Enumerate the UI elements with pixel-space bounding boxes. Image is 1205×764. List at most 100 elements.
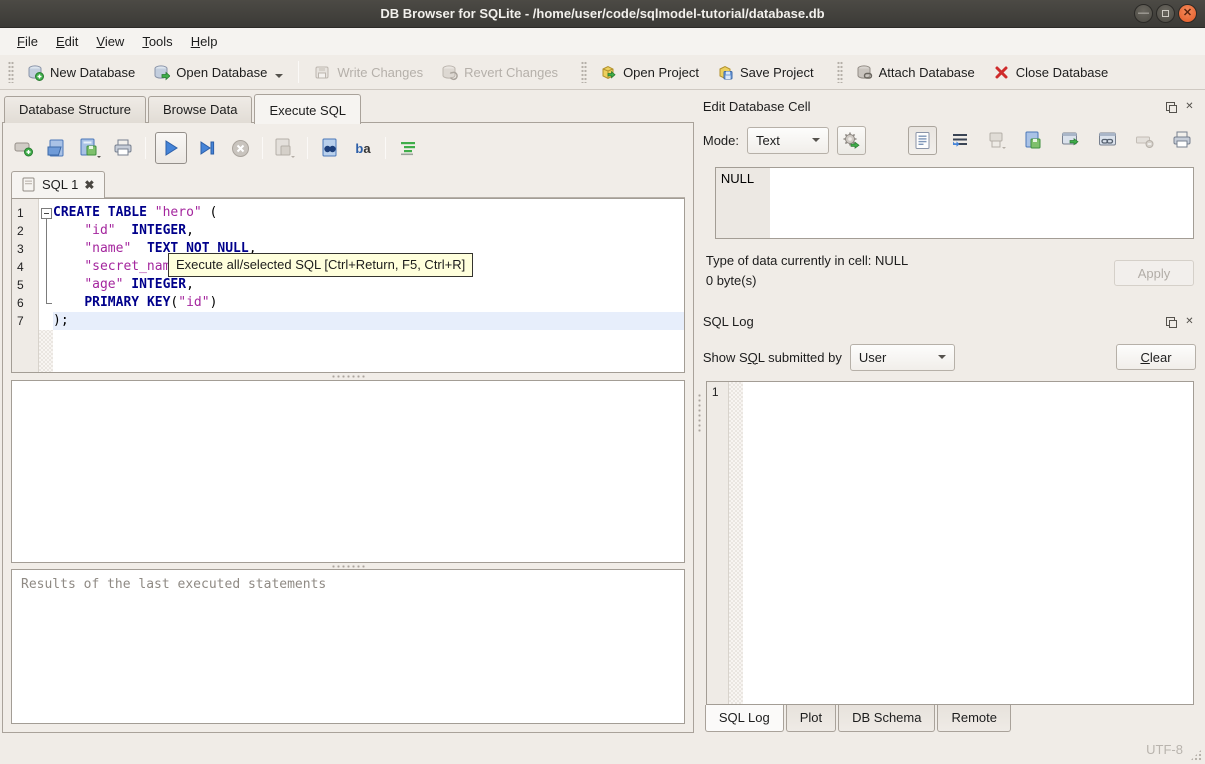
splitter-handle[interactable] — [11, 373, 685, 380]
maximize-icon — [1162, 10, 1169, 17]
open-in-external-button[interactable] — [1056, 126, 1085, 155]
line-number-gutter: 1234567 — [12, 199, 39, 372]
dock-close-button[interactable]: ✕ — [1183, 315, 1196, 328]
open-database-button[interactable]: Open Database — [144, 59, 292, 86]
open-database-label: Open Database — [176, 64, 268, 80]
link-icon — [1098, 132, 1116, 146]
log-line-number: 1 — [711, 385, 719, 399]
maximize-button[interactable] — [1156, 4, 1175, 23]
menu-tools[interactable]: Tools — [133, 30, 181, 53]
attach-database-label: Attach Database — [878, 64, 975, 80]
save-project-button[interactable]: Save Project — [708, 59, 823, 86]
dock-splitter[interactable] — [696, 90, 703, 735]
close-database-label: Close Database — [1015, 64, 1109, 80]
dock-close-button[interactable]: ✕ — [1183, 100, 1196, 113]
auto-switch-mode-button[interactable] — [837, 125, 866, 155]
execute-current-line-button[interactable] — [194, 135, 220, 161]
sql-toolbar: ba — [11, 129, 685, 167]
menu-file[interactable]: File — [8, 30, 47, 53]
stop-icon — [231, 139, 249, 157]
open-database-dropdown-icon[interactable] — [275, 73, 284, 78]
chevron-down-icon — [812, 138, 820, 142]
open-project-label: Open Project — [623, 64, 699, 80]
open-file-icon — [47, 139, 64, 157]
tab-remote[interactable]: Remote — [937, 705, 1012, 732]
find-button[interactable] — [317, 135, 343, 161]
sql-log-dock-titlebar: SQL Log ✕ — [703, 309, 1196, 333]
resize-grip[interactable] — [1190, 749, 1202, 761]
format-sql-button[interactable] — [395, 135, 421, 161]
mode-combobox[interactable]: Text — [747, 126, 829, 154]
close-database-button[interactable]: Close Database — [984, 59, 1118, 86]
print-sql-button[interactable] — [110, 135, 136, 161]
sql-log-dock-title: SQL Log — [702, 313, 754, 329]
text-view-button[interactable] — [908, 125, 937, 155]
print-cell-button[interactable] — [1167, 126, 1196, 155]
dock-float-button[interactable] — [1164, 100, 1177, 113]
sql-document-tab[interactable]: SQL 1 ✖ — [11, 171, 106, 198]
export-cell-button[interactable] — [1019, 126, 1048, 155]
log-fold-margin — [728, 382, 743, 704]
open-project-icon — [600, 64, 617, 81]
cell-value-editor[interactable]: NULL — [714, 167, 1194, 239]
results-grid-pane[interactable] — [11, 380, 685, 563]
execute-sql-button[interactable] — [155, 132, 187, 164]
dock-float-button[interactable] — [1164, 315, 1177, 328]
tab-execute-sql[interactable]: Execute SQL — [254, 94, 362, 124]
open-sql-file-button[interactable] — [44, 135, 70, 161]
sql-log-view[interactable]: 1 — [705, 381, 1194, 705]
word-wrap-button[interactable] — [945, 126, 974, 155]
new-database-button[interactable]: New Database — [18, 59, 144, 86]
new-sql-tab-button[interactable] — [11, 135, 37, 161]
bottom-dock-tab-bar: SQL Log Plot DB Schema Remote — [703, 705, 1196, 735]
submitted-by-combobox[interactable]: User — [849, 343, 955, 371]
auto-completion-button[interactable]: ba — [350, 135, 376, 161]
toolbar-drag-handle[interactable] — [8, 61, 14, 83]
code-area[interactable]: CREATE TABLE "hero" ( "id" INTEGER, "nam… — [53, 199, 684, 372]
write-changes-button: Write Changes — [305, 59, 432, 86]
mode-value: Text — [756, 132, 780, 148]
tab-database-structure[interactable]: Database Structure — [4, 96, 147, 123]
close-tab-icon[interactable]: ✖ — [84, 178, 94, 192]
edit-cell-dock-titlebar: Edit Database Cell ✕ — [703, 94, 1196, 118]
tab-browse-data[interactable]: Browse Data — [148, 96, 253, 123]
sql-document-tab-bar: SQL 1 ✖ — [11, 167, 685, 198]
results-message-pane[interactable]: Results of the last executed statements — [11, 569, 685, 724]
execute-icon — [165, 140, 178, 156]
main-area: Database Structure Browse Data Execute S… — [0, 90, 1205, 735]
set-null-icon — [1135, 136, 1153, 148]
sql-editor[interactable]: 1234567 CREATE TABLE "hero" ( "id" INTEG… — [11, 198, 685, 373]
close-button[interactable]: ✕ — [1178, 4, 1197, 23]
set-null-button — [1130, 126, 1159, 155]
toolbar-separator — [145, 137, 146, 159]
toolbar-drag-handle[interactable] — [836, 61, 843, 83]
fold-margin[interactable] — [39, 199, 53, 372]
tab-db-schema[interactable]: DB Schema — [838, 705, 936, 732]
tab-sql-log[interactable]: SQL Log — [704, 705, 784, 732]
clear-log-button[interactable]: Clear — [1116, 344, 1196, 370]
menu-edit[interactable]: Edit — [47, 30, 87, 53]
menu-help[interactable]: Help — [182, 30, 227, 53]
attach-database-button[interactable]: Attach Database — [847, 59, 984, 86]
cell-value: NULL — [720, 171, 755, 186]
log-line-number-gutter: 1 — [706, 382, 729, 704]
new-database-label: New Database — [50, 64, 136, 80]
execute-line-icon — [200, 141, 215, 155]
status-bar: UTF-8 — [0, 735, 1205, 764]
window-controls: — ✕ — [1134, 4, 1197, 23]
attach-database-icon — [856, 64, 873, 81]
log-text-area[interactable] — [743, 382, 1193, 704]
toolbar-drag-handle[interactable] — [581, 61, 588, 83]
minimize-button[interactable]: — — [1134, 4, 1153, 23]
float-icon — [1166, 101, 1177, 113]
tab-plot[interactable]: Plot — [785, 705, 837, 732]
filter-label: Show SQL submitted by — [702, 349, 842, 365]
fold-markers[interactable] — [39, 199, 53, 330]
menu-view[interactable]: View — [87, 30, 133, 53]
save-sql-file-button[interactable] — [77, 135, 103, 161]
open-project-button[interactable]: Open Project — [591, 59, 708, 86]
external-window-icon — [1061, 132, 1079, 146]
copy-link-button[interactable] — [1093, 126, 1122, 155]
encoding-indicator[interactable]: UTF-8 — [1146, 742, 1183, 757]
write-changes-icon — [314, 64, 331, 81]
